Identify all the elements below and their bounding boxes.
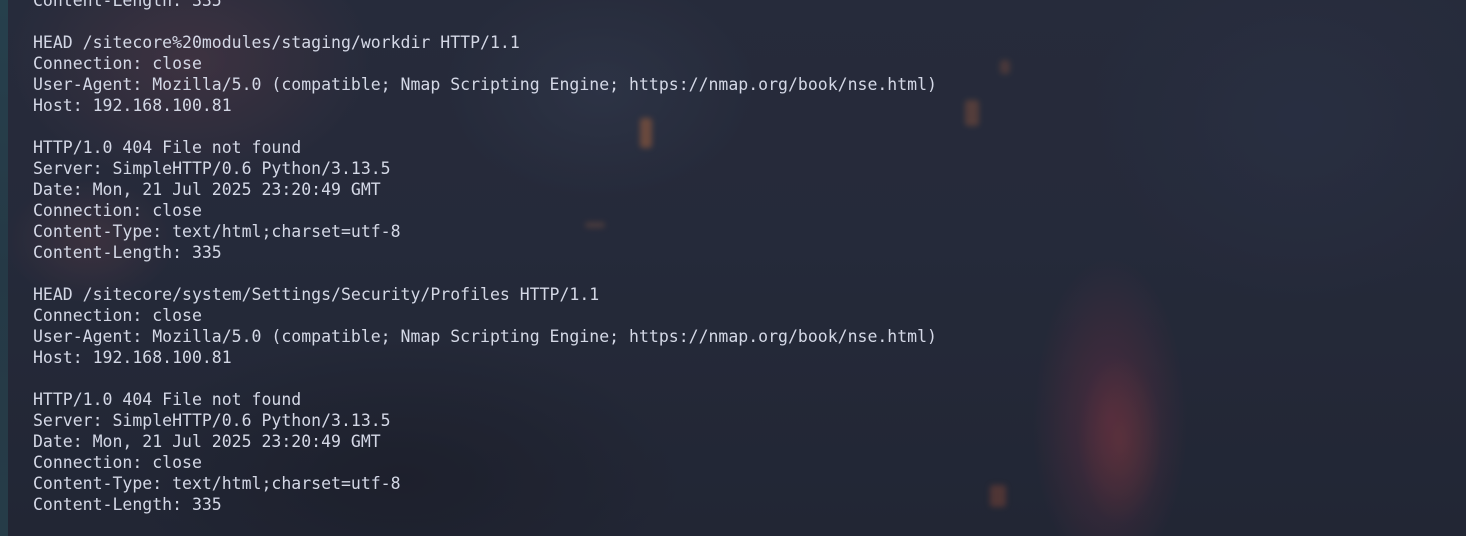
terminal-line: Server: SimpleHTTP/0.6 Python/3.13.5 (33, 159, 391, 178)
terminal-line: HTTP/1.0 404 File not found (33, 138, 302, 157)
terminal-line: Date: Mon, 21 Jul 2025 23:20:49 GMT (33, 432, 381, 451)
terminal-line: Date: Mon, 21 Jul 2025 23:20:49 GMT (33, 180, 381, 199)
terminal-output[interactable]: Content-Length: 335 HEAD /sitecore%20modu… (33, 0, 937, 536)
terminal-line: Content-Length: 335 (33, 0, 222, 10)
terminal-window[interactable]: Content-Length: 335 HEAD /sitecore%20modu… (0, 0, 1466, 536)
terminal-line: Content-Type: text/html;charset=utf-8 (33, 474, 401, 493)
terminal-line: Server: SimpleHTTP/0.6 Python/3.13.5 (33, 411, 391, 430)
terminal-line: User-Agent: Mozilla/5.0 (compatible; Nma… (33, 327, 937, 346)
terminal-line: Content-Type: text/html;charset=utf-8 (33, 222, 401, 241)
terminal-line: HEAD /sitecore%20modules/staging/workdir… (33, 33, 520, 52)
terminal-line: Content-Length: 335 (33, 243, 222, 262)
terminal-line: Connection: close (33, 306, 202, 325)
terminal-line: HEAD /sitecore/system/Settings/Security/… (33, 285, 600, 304)
terminal-line: Connection: close (33, 54, 202, 73)
terminal-line: Host: 192.168.100.81 (33, 348, 232, 367)
terminal-line: User-Agent: Mozilla/5.0 (compatible; Nma… (33, 75, 937, 94)
terminal-line: Connection: close (33, 201, 202, 220)
terminal-line: Host: 192.168.100.81 (33, 96, 232, 115)
terminal-line: Content-Length: 335 (33, 495, 222, 514)
terminal-line: Connection: close (33, 453, 202, 472)
terminal-line: HTTP/1.0 404 File not found (33, 390, 302, 409)
